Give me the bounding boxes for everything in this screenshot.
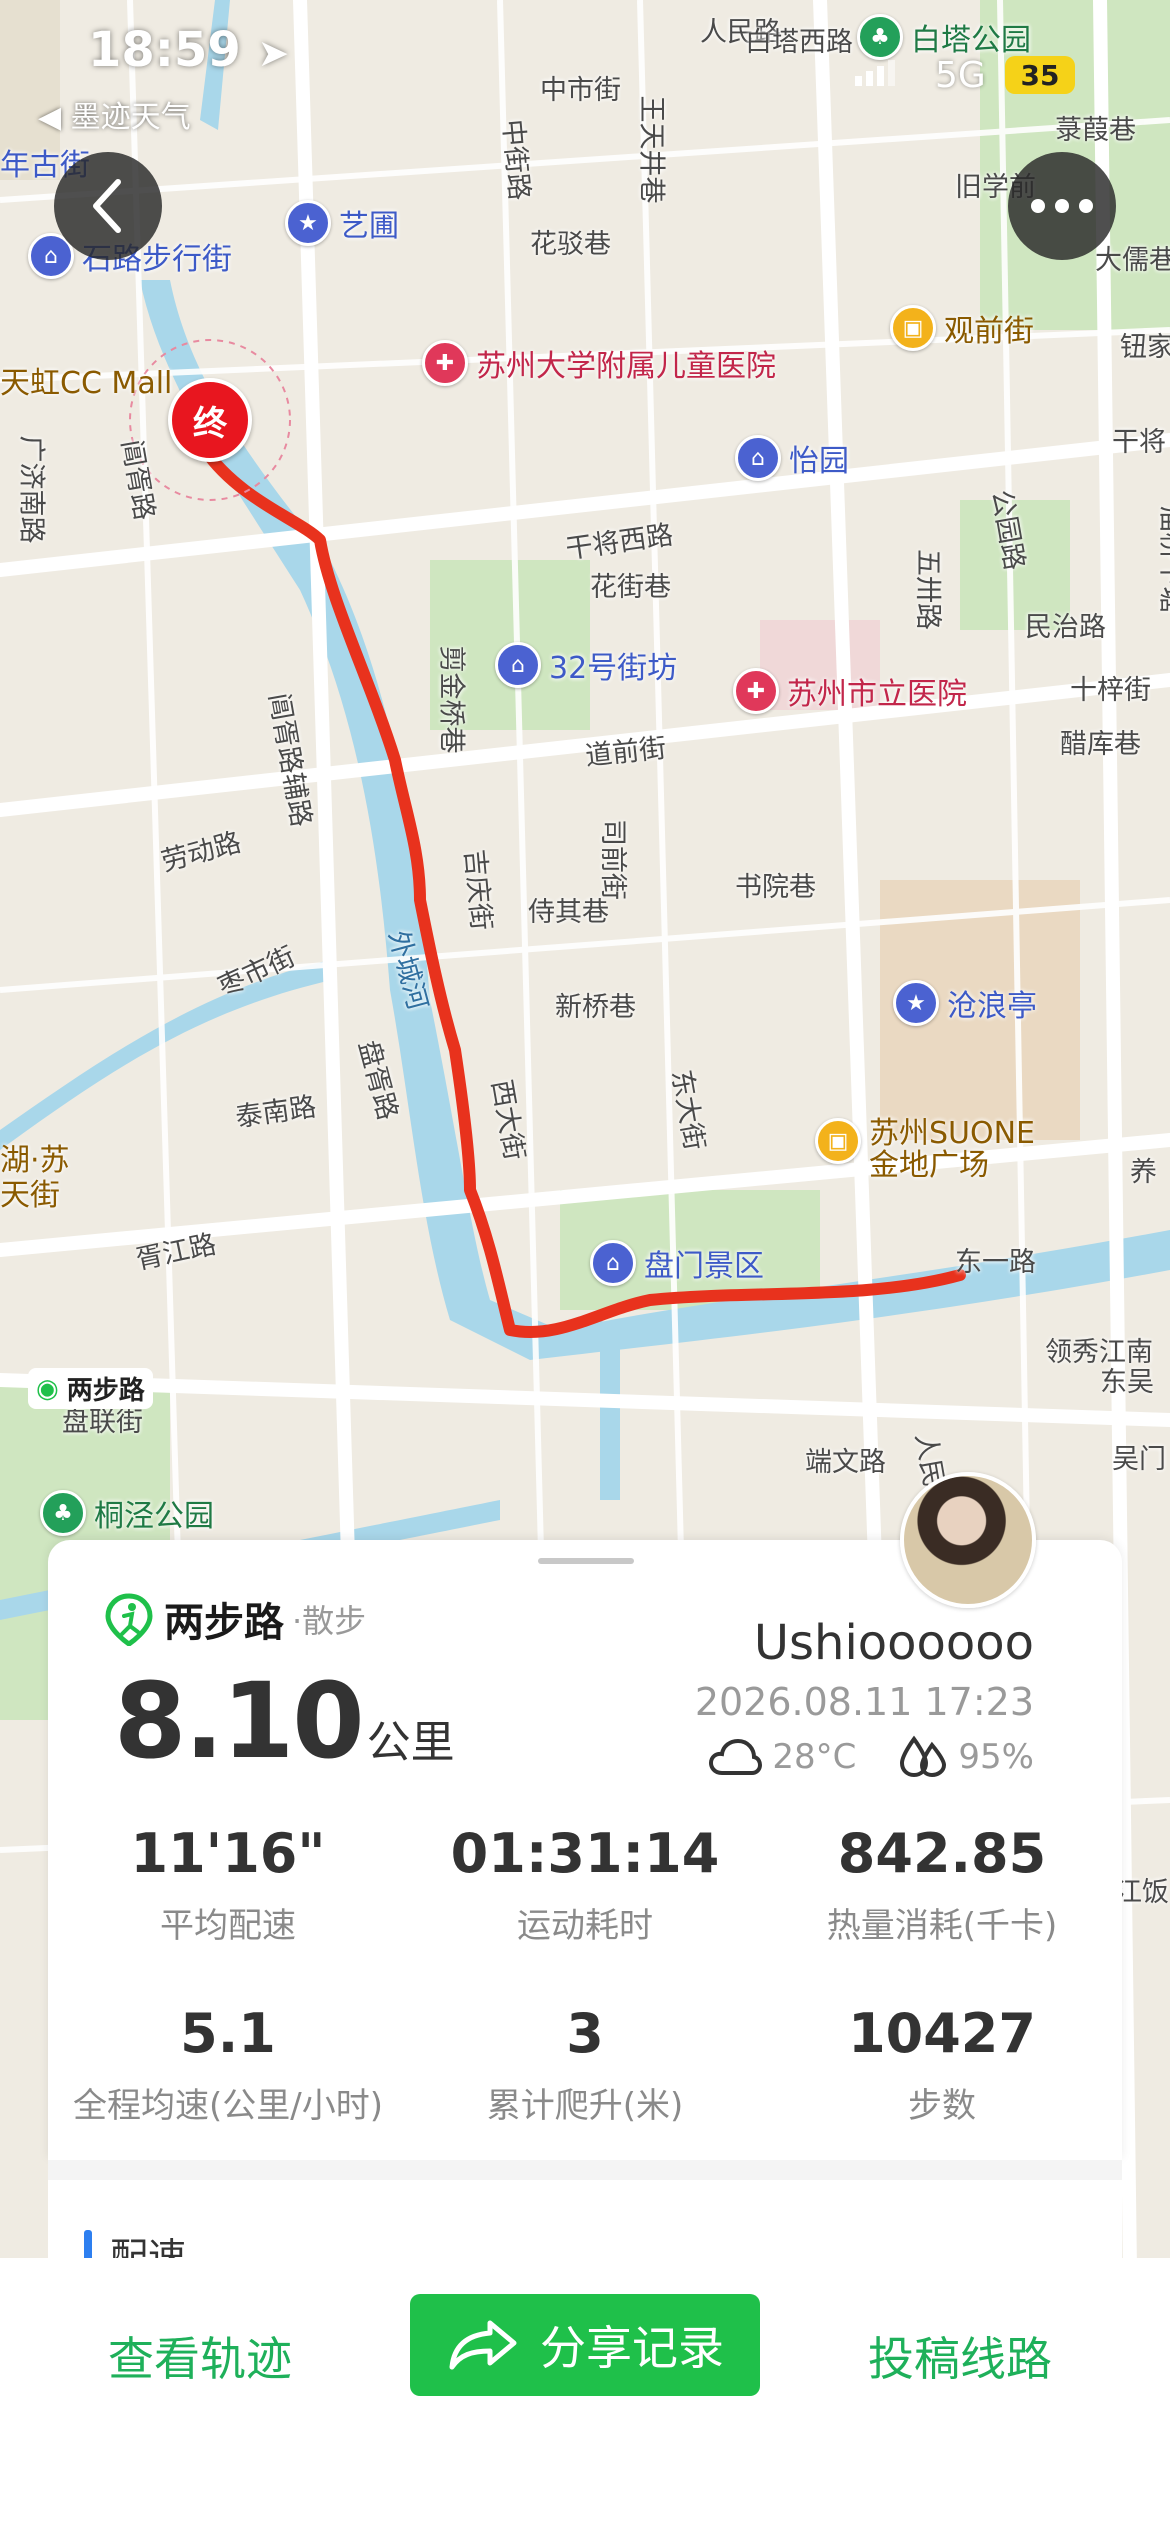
shopping-bag-icon: ▣ [890,305,936,351]
temperature: 28°C [772,1737,857,1777]
network-type: 5G [935,55,986,96]
calories-value: 842.85 [837,1822,1047,1885]
star-icon: ★ [285,200,331,246]
poi-yiyuan[interactable]: ⌂ 怡园 [735,435,849,481]
street-label: 五卅路 [912,549,943,630]
submit-route-button[interactable]: 投稿线路 [868,2323,1052,2389]
street-label: 花驳巷 [530,229,611,260]
signal-icon [855,60,895,86]
humidity: 95% [958,1737,1034,1777]
brand-logo-icon [105,1593,153,1646]
back-to-app-link[interactable]: ◀ 墨迹天气 [38,92,191,136]
pace-section: 配速 [48,2180,1122,2279]
shopping-bag-icon: ▣ [815,1118,861,1164]
street-label: 干将 [1112,427,1166,458]
street-label: 新桥巷 [555,992,636,1023]
location-arrow-icon: ➤ [257,31,290,75]
brand-row: 两步路 ·散步 [102,1590,366,1648]
street-label: 广济南路 [15,435,47,544]
activity-datetime: 2026.08.11 17:23 [694,1680,1034,1724]
avatar[interactable] [900,1472,1036,1608]
elevation-gain-label: 累计爬升(米) [486,2086,684,2126]
poi-32-street[interactable]: ⌂ 32号街坊 [495,642,677,688]
poi-tongjing-park[interactable]: ♣ 桐泾公园 [40,1490,214,1536]
street-label: 钮家 [1120,332,1170,363]
landmark-icon: ⌂ [495,642,541,688]
street-label: 书院巷 [735,872,816,903]
route-end-marker[interactable]: 终 [168,378,252,462]
hospital-icon: ✚ [422,340,468,386]
street-label: 东一路 [955,1247,1036,1278]
poi-panmen[interactable]: ⌂ 盘门景区 [590,1240,764,1286]
avg-pace-value: 11'16" [130,1822,326,1885]
distance-unit: 公里 [366,1717,455,1768]
hospital-icon: ✚ [733,668,779,714]
battery-icon: 35 [1005,56,1075,94]
distance-value: 8.10 公里 [114,1660,455,1782]
status-time: 18:59 ➤ [88,22,290,78]
map-brand-watermark: ◉ 两步路 [28,1368,153,1409]
poi-children-hospital[interactable]: ✚ 苏州大学附属儿童医院 [422,340,776,386]
street-label: 端文路 [805,1447,886,1478]
username: Ushioooooo [753,1615,1034,1671]
poi-suone-plaza[interactable]: ▣ 苏州SUONE 金地广场 [815,1118,1035,1182]
poi-yipu[interactable]: ★ 艺圃 [285,200,399,246]
street-label: 江饭 [1115,1877,1169,1908]
star-icon: ★ [893,980,939,1026]
duration-value: 01:31:14 [450,1822,720,1885]
calories-label: 热量消耗(千卡) [826,1906,1058,1946]
duration-label: 运动耗时 [517,1906,653,1946]
activity-summary-card: 两步路 ·散步 8.10 公里 Ushioooooo 2026.08.11 17… [48,1472,1122,2160]
landmark-icon: ⌂ [590,1240,636,1286]
cloud-icon [709,1738,763,1775]
steps-label: 步数 [908,2086,976,2126]
chevron-left-icon [93,179,121,233]
status-bar: 18:59 ➤ ◀ 墨迹天气 5G 35 [0,0,1170,140]
street-label: 东吴 [1100,1367,1154,1398]
street-label: 天虹CC Mall [0,366,173,401]
street-label: 醋库巷 [1060,729,1141,760]
street-label: 十梓街 [1070,675,1151,706]
brand-name: 两步路 [164,1600,284,1646]
street-label: 吉庆街 [458,848,497,932]
section-divider [48,2160,1122,2180]
more-dots-icon [1031,199,1093,213]
back-button[interactable] [54,152,162,260]
elevation-gain-value: 3 [566,2002,604,2065]
walker-icon: ◉ [36,1373,59,1404]
battery-level: 35 [1020,58,1060,92]
park-icon: ♣ [40,1490,86,1536]
street-label: 天街 [0,1178,60,1213]
avg-pace-label: 平均配速 [160,1906,296,1946]
street-label: 养 [1130,1157,1157,1188]
more-button[interactable] [1008,152,1116,260]
street-label: 大儒巷 [1095,245,1170,276]
share-arrow-icon [449,2320,517,2370]
poi-guanqian-street[interactable]: ▣ 观前街 [890,305,1034,351]
street-label: 剪金桥巷 [435,645,467,754]
street-label: 司前街 [597,819,628,900]
weather-row: 28°C 95% [708,1735,1034,1779]
view-track-button[interactable]: 查看轨迹 [108,2323,292,2389]
drag-handle[interactable] [538,1558,634,1564]
poi-city-hospital[interactable]: ✚ 苏州市立医院 [733,668,967,714]
share-record-button[interactable]: 分享记录 [410,2294,760,2396]
street-label: 花街巷 [590,572,671,603]
steps-value: 10427 [848,2002,1036,2065]
activity-type: ·散步 [292,1602,367,1640]
bottom-action-bar: 查看轨迹 分享记录 投稿线路 [0,2258,1170,2532]
poi-canglang-pavilion[interactable]: ★ 沧浪亭 [893,980,1037,1026]
street-label: 吴门 [1112,1444,1166,1475]
street-label: 侍其巷 [528,897,609,928]
street-label: 民治路 [1025,612,1106,643]
avg-speed-label: 全程均速(公里/小时) [73,2086,383,2126]
landmark-icon: ⌂ [735,435,781,481]
avg-speed-value: 5.1 [180,2002,276,2065]
humidity-icon [900,1735,947,1778]
street-label: 庙桥下塘 [1155,505,1170,614]
